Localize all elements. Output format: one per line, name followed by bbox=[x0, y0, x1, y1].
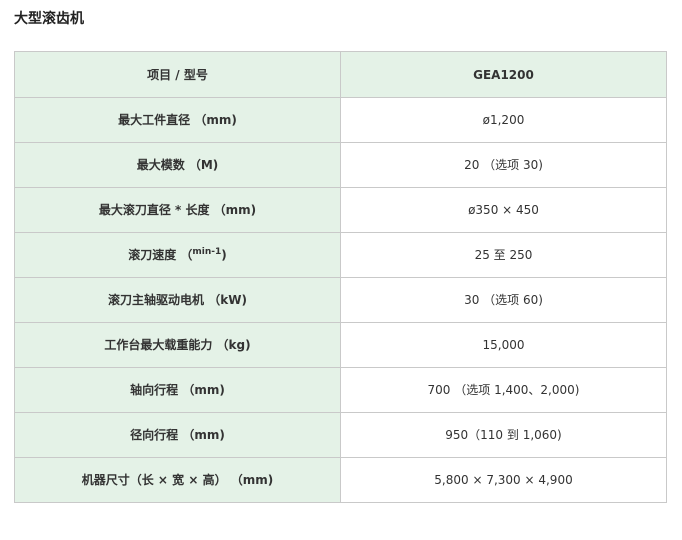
row-value-max-module: 20 （选项 30) bbox=[340, 142, 667, 188]
row-value-max-hob-size: ø350 × 450 bbox=[340, 187, 667, 233]
table-row: 机器尺寸（长 × 宽 × 高） （mm) 5,800 × 7,300 × 4,9… bbox=[14, 457, 667, 503]
row-label-max-module: 最大模数 （M) bbox=[14, 142, 341, 188]
row-value-radial-travel: 950（110 到 1,060) bbox=[340, 412, 667, 458]
row-label-axial-travel: 轴向行程 （mm) bbox=[14, 367, 341, 413]
row-value-machine-dimensions: 5,800 × 7,300 × 4,900 bbox=[340, 457, 667, 503]
table-row: 滚刀速度 （min-1) 25 至 250 bbox=[14, 232, 667, 278]
row-label-radial-travel: 径向行程 （mm) bbox=[14, 412, 341, 458]
header-label-cell: 项目 / 型号 bbox=[14, 51, 341, 98]
hob-speed-label-text: 滚刀速度 （ bbox=[128, 248, 193, 262]
table-row: 轴向行程 （mm) 700 （选项 1,400、2,000) bbox=[14, 367, 667, 413]
table-header-row: 项目 / 型号 GEA1200 bbox=[14, 51, 667, 98]
row-label-max-workpiece-diameter: 最大工件直径 （mm) bbox=[14, 97, 341, 143]
spec-table: 项目 / 型号 GEA1200 最大工件直径 （mm) ø1,200 最大模数 … bbox=[14, 51, 667, 503]
row-value-hob-speed: 25 至 250 bbox=[340, 232, 667, 278]
table-row: 滚刀主轴驱动电机 （kW) 30 （选项 60) bbox=[14, 277, 667, 323]
page-title: 大型滚齿机 bbox=[14, 11, 84, 27]
hob-speed-label-close: ) bbox=[221, 248, 227, 262]
row-label-max-hob-size: 最大滚刀直径 * 长度 （mm) bbox=[14, 187, 341, 233]
table-row: 工作台最大载重能力 （kg) 15,000 bbox=[14, 322, 667, 368]
row-value-axial-travel: 700 （选项 1,400、2,000) bbox=[340, 367, 667, 413]
hob-speed-unit-superscript: min-1 bbox=[192, 247, 222, 257]
row-label-hob-speed: 滚刀速度 （min-1) bbox=[14, 232, 341, 278]
table-row: 最大工件直径 （mm) ø1,200 bbox=[14, 97, 667, 143]
table-row: 最大模数 （M) 20 （选项 30) bbox=[14, 142, 667, 188]
row-label-hob-spindle-motor: 滚刀主轴驱动电机 （kW) bbox=[14, 277, 341, 323]
row-label-machine-dimensions: 机器尺寸（长 × 宽 × 高） （mm) bbox=[14, 457, 341, 503]
table-row: 径向行程 （mm) 950（110 到 1,060) bbox=[14, 412, 667, 458]
header-model-cell: GEA1200 bbox=[340, 51, 667, 98]
row-value-hob-spindle-motor: 30 （选项 60) bbox=[340, 277, 667, 323]
row-label-table-max-load: 工作台最大载重能力 （kg) bbox=[14, 322, 341, 368]
row-value-table-max-load: 15,000 bbox=[340, 322, 667, 368]
row-value-max-workpiece-diameter: ø1,200 bbox=[340, 97, 667, 143]
table-row: 最大滚刀直径 * 长度 （mm) ø350 × 450 bbox=[14, 187, 667, 233]
